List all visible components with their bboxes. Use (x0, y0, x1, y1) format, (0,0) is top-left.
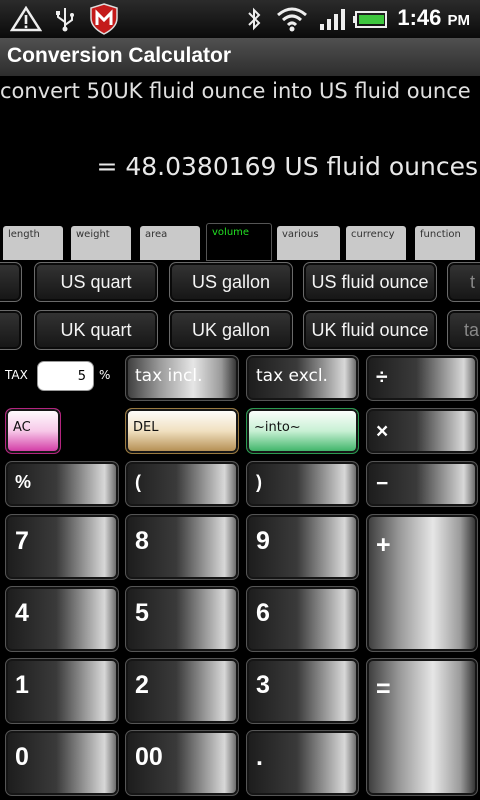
multiply-label: × (376, 420, 389, 443)
tab-area[interactable]: area (140, 226, 200, 260)
del-label: DEL (133, 420, 159, 435)
digit-1-label: 1 (15, 671, 29, 699)
result-display: = 48.0380169 US fluid ounces (96, 152, 478, 181)
tax-percent-label: % (99, 368, 111, 382)
divide-button[interactable]: ÷ (366, 355, 478, 401)
ac-button[interactable]: AC (5, 408, 61, 454)
clock-time: 1:46 (397, 5, 442, 30)
digit-9-button[interactable]: 9 (246, 514, 359, 580)
unit-uk-gallon[interactable]: UK gallon (169, 310, 293, 350)
mcafee-shield-icon (90, 3, 118, 35)
digit-2-button[interactable]: 2 (125, 658, 239, 724)
close-paren-label: ) (256, 472, 262, 492)
digit-5-button[interactable]: 5 (125, 586, 239, 652)
minus-button[interactable]: − (366, 461, 478, 507)
double-zero-button[interactable]: 00 (125, 730, 239, 796)
ac-label: AC (13, 420, 31, 435)
tab-length[interactable]: length (3, 226, 63, 260)
unit-chip-partial-right[interactable]: t (447, 262, 480, 302)
percent-button[interactable]: % (5, 461, 119, 507)
warning-icon (10, 6, 42, 32)
digit-6-label: 6 (256, 599, 270, 627)
status-bar: 1:46 PM (0, 0, 480, 38)
digit-3-label: 3 (256, 671, 270, 699)
open-paren-label: ( (135, 472, 141, 492)
plus-label: + (376, 531, 391, 559)
decimal-point-button[interactable]: . (246, 730, 359, 796)
decimal-point-label: . (256, 743, 263, 771)
digit-7-label: 7 (15, 527, 29, 555)
unit-chip-partial-left[interactable] (0, 262, 22, 302)
digit-5-label: 5 (135, 599, 149, 627)
divide-label: ÷ (376, 366, 388, 389)
digit-0-button[interactable]: 0 (5, 730, 119, 796)
digit-8-label: 8 (135, 527, 149, 555)
del-button[interactable]: DEL (125, 408, 239, 454)
percent-label: % (15, 472, 32, 492)
tax-rate-input[interactable]: 5 (37, 361, 94, 391)
digit-6-button[interactable]: 6 (246, 586, 359, 652)
close-paren-button[interactable]: ) (246, 461, 359, 507)
unit-chip-partial-right[interactable]: ta (447, 310, 480, 350)
tax-excl-button[interactable]: tax excl. (246, 355, 359, 401)
tab-various[interactable]: various (277, 226, 340, 260)
unit-chip-partial-left[interactable] (0, 310, 22, 350)
tab-volume[interactable]: volume (206, 223, 272, 261)
digit-1-button[interactable]: 1 (5, 658, 119, 724)
wifi-icon (277, 7, 307, 32)
digit-4-button[interactable]: 4 (5, 586, 119, 652)
title-bar: Conversion Calculator (0, 38, 480, 76)
tax-excl-label: tax excl. (256, 366, 328, 386)
open-paren-button[interactable]: ( (125, 461, 239, 507)
tax-incl-label: tax incl. (135, 366, 203, 386)
signal-icon (320, 9, 345, 30)
battery-icon (353, 11, 387, 28)
digit-7-button[interactable]: 7 (5, 514, 119, 580)
double-zero-label: 00 (135, 743, 163, 771)
digit-8-button[interactable]: 8 (125, 514, 239, 580)
expression-display: convert 50UK fluid ounce into US fluid o… (0, 79, 471, 103)
digit-3-button[interactable]: 3 (246, 658, 359, 724)
clock: 1:46 PM (397, 5, 470, 31)
tax-incl-button[interactable]: tax incl. (125, 355, 239, 401)
equals-button[interactable]: = (366, 658, 478, 796)
tab-currency[interactable]: currency (346, 226, 406, 260)
into-button[interactable]: ~into~ (246, 408, 359, 454)
clock-ampm: PM (447, 12, 471, 29)
app-title: Conversion Calculator (7, 44, 232, 67)
unit-uk-fluid-ounce[interactable]: UK fluid ounce (303, 310, 437, 350)
tab-weight[interactable]: weight (71, 226, 131, 260)
digit-4-label: 4 (15, 599, 29, 627)
unit-us-quart[interactable]: US quart (34, 262, 158, 302)
tax-label: TAX (5, 368, 28, 382)
unit-us-fluid-ounce[interactable]: US fluid ounce (303, 262, 437, 302)
digit-0-label: 0 (15, 743, 29, 771)
minus-label: − (376, 472, 389, 495)
digit-2-label: 2 (135, 671, 149, 699)
bluetooth-icon (248, 7, 261, 31)
tab-function[interactable]: function (415, 226, 475, 260)
unit-us-gallon[interactable]: US gallon (169, 262, 293, 302)
equals-label: = (376, 675, 391, 703)
digit-9-label: 9 (256, 527, 270, 555)
usb-icon (56, 8, 74, 32)
into-label: ~into~ (254, 420, 301, 435)
unit-uk-quart[interactable]: UK quart (34, 310, 158, 350)
multiply-button[interactable]: × (366, 408, 478, 454)
plus-button[interactable]: + (366, 514, 478, 652)
